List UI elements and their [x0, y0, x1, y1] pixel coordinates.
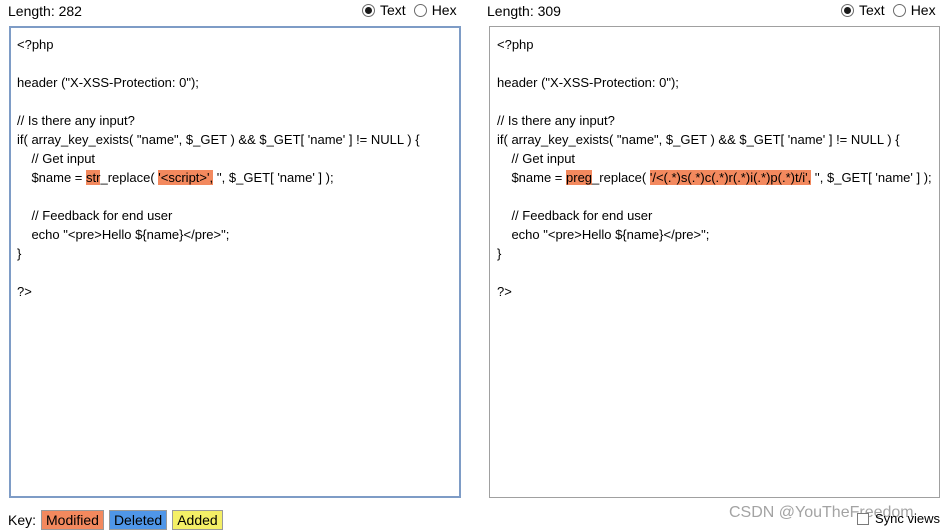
- code-line: // Is there any input?: [497, 113, 615, 128]
- code-line: // Get input: [497, 151, 576, 166]
- code-line: header ("X-XSS-Protection: 0");: [17, 75, 199, 90]
- right-code[interactable]: <?php header ("X-XSS-Protection: 0"); //…: [497, 35, 932, 301]
- right-text-panel[interactable]: <?php header ("X-XSS-Protection: 0"); //…: [489, 26, 940, 498]
- code-line: // Is there any input?: [17, 113, 135, 128]
- code-line: ?>: [17, 284, 32, 299]
- code-line: <?php: [17, 37, 54, 52]
- legend-added: Added: [172, 510, 223, 530]
- left-text-panel[interactable]: <?php header ("X-XSS-Protection: 0"); //…: [9, 26, 461, 498]
- code-line: }: [497, 246, 502, 261]
- code-line: '', $_GET[ 'name' ] );: [213, 170, 334, 185]
- code-line: // Feedback for end user: [17, 208, 173, 223]
- sync-views-label[interactable]: Sync views: [875, 511, 940, 526]
- code-line: $name =: [497, 170, 567, 185]
- modified-highlight: str: [86, 170, 101, 185]
- right-hex-radio-label[interactable]: Hex: [911, 2, 936, 18]
- code-line: <?php: [497, 37, 534, 52]
- code-line: header ("X-XSS-Protection: 0");: [497, 75, 679, 90]
- right-hex-radio[interactable]: [892, 3, 906, 17]
- code-line: _replace(: [592, 170, 650, 185]
- right-view-mode: Text Hex: [841, 2, 944, 18]
- code-line: echo "<pre>Hello ${name}</pre>";: [497, 227, 710, 242]
- code-line: echo "<pre>Hello ${name}</pre>";: [17, 227, 230, 242]
- code-line: if( array_key_exists( "name", $_GET ) &&…: [17, 132, 420, 147]
- left-hex-radio[interactable]: [413, 3, 427, 17]
- code-line: _replace(: [100, 170, 159, 185]
- right-length-label: Length: 309: [487, 3, 561, 19]
- code-line: '', $_GET[ 'name' ] );: [811, 170, 932, 185]
- left-code[interactable]: <?php header ("X-XSS-Protection: 0"); //…: [17, 35, 420, 301]
- legend-modified: Modified: [41, 510, 104, 530]
- code-line: ?>: [497, 284, 512, 299]
- code-line: // Get input: [17, 151, 96, 166]
- modified-highlight: '<script>',: [158, 170, 214, 185]
- sync-views-checkbox[interactable]: [857, 512, 869, 525]
- sync-views[interactable]: Sync views: [857, 511, 940, 526]
- left-view-mode: Text Hex: [362, 2, 465, 18]
- left-length-label: Length: 282: [8, 3, 82, 19]
- left-hex-radio-label[interactable]: Hex: [432, 2, 457, 18]
- right-text-radio-label[interactable]: Text: [859, 2, 885, 18]
- legend: Key: Modified Deleted Added: [8, 510, 223, 530]
- modified-highlight: preg: [566, 170, 593, 185]
- code-line: $name =: [17, 170, 87, 185]
- left-text-radio[interactable]: [362, 3, 375, 17]
- code-line: }: [17, 246, 22, 261]
- legend-key-label: Key:: [8, 512, 37, 528]
- code-line: // Feedback for end user: [497, 208, 653, 223]
- right-text-radio[interactable]: [841, 3, 854, 17]
- legend-deleted: Deleted: [108, 510, 168, 530]
- left-text-radio-label[interactable]: Text: [380, 2, 406, 18]
- code-line: if( array_key_exists( "name", $_GET ) &&…: [497, 132, 900, 147]
- modified-highlight: '/<(.*)s(.*)c(.*)r(.*)i(.*)p(.*)t/i',: [649, 170, 812, 185]
